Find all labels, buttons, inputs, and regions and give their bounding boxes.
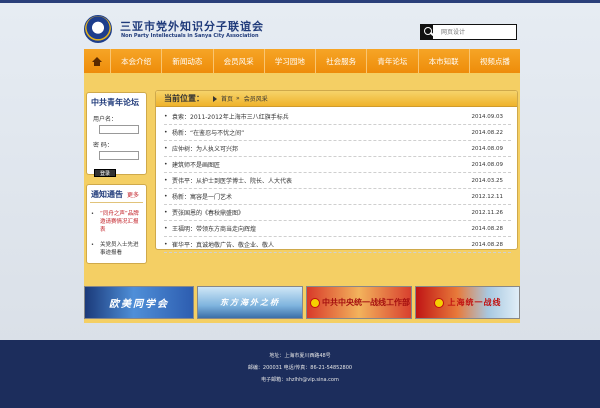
notice-item[interactable]: • 关党员入士先进事迹报看 — [91, 241, 143, 257]
nav-item-youth-forum[interactable]: 青年论坛 — [367, 49, 419, 73]
news-row[interactable]: • 王福明：带领东方商当走向辉煌 2014.08.28 — [164, 221, 511, 237]
news-date: 2014.09.03 — [471, 113, 504, 120]
breadcrumb-home[interactable]: 首页 — [221, 94, 233, 103]
notice-item-text: “同舟之声”品牌邀请赛情况汇报表 — [100, 211, 139, 233]
news-title[interactable]: 崔华平：真诚地敬广告、敬企业、敬人 — [172, 240, 471, 249]
banner-oriental-bridge[interactable]: 东方海外之桥 — [197, 286, 303, 319]
breadcrumb-bar: 当前位置： 首页 » 会员风采 — [156, 91, 517, 107]
news-row[interactable]: • 贾张国恩的《春秋鼎盛图》 2012.11.26 — [164, 205, 511, 221]
search-input[interactable] — [433, 25, 516, 39]
news-title[interactable]: 建筑师不是画图匠 — [172, 160, 471, 169]
association-logo[interactable] — [84, 15, 112, 43]
news-list: • 袁索：2011-2012年上海市三八红旗手标兵 2014.09.03 • 杨新：“… — [156, 107, 517, 253]
news-title[interactable]: 王福明：带领东方商当走向辉煌 — [172, 224, 471, 233]
login-button[interactable]: 登录 — [94, 169, 116, 177]
news-title[interactable]: 贾张国恩的《春秋鼎盛图》 — [172, 208, 471, 217]
notice-item[interactable]: • “同舟之声”品牌邀请赛情况汇报表 — [91, 210, 143, 234]
bullet-icon: • — [91, 211, 94, 217]
nav-item-study[interactable]: 学习园地 — [265, 49, 316, 73]
site-header: 三亚市党外知识分子联谊会 Non Party Intellectuals in … — [0, 3, 600, 47]
password-input[interactable] — [99, 151, 139, 160]
notice-more-link[interactable]: 更多 — [127, 190, 139, 199]
home-icon — [92, 56, 102, 66]
main-navigation: 本会介绍 新闻动态 会员风采 学习园地 社会服务 青年论坛 本市知联 视频点播 — [84, 49, 520, 73]
arrow-right-icon — [213, 95, 217, 102]
news-date: 2014.08.09 — [471, 161, 504, 168]
news-date: 2014.03.25 — [471, 177, 504, 184]
bullet-icon: • — [164, 193, 168, 200]
location-label: 当前位置： — [164, 94, 204, 103]
notice-title: 通知通告 — [91, 190, 123, 199]
nav-item-about[interactable]: 本会介绍 — [111, 49, 163, 73]
username-label: 用户名： — [93, 116, 118, 123]
news-row[interactable]: • 贾伟平：从护士到医学博士、院长、人大代表 2014.03.25 — [164, 173, 511, 189]
footer-address: 地址：上海市夏川西路48号 — [269, 353, 331, 359]
news-title[interactable]: 杨新：“在鉴忍与不忧之间” — [172, 128, 471, 137]
search-icon[interactable] — [421, 25, 433, 39]
breadcrumb-separator-icon: » — [236, 95, 240, 102]
news-title[interactable]: 应仲树：为人执义可兴邦 — [172, 144, 471, 153]
bullet-icon: • — [164, 113, 168, 120]
notice-item-text: 关党员入士先进事迹报看 — [100, 242, 139, 256]
footer-email[interactable]: 电子邮箱：shzlhh@vip.sina.com — [0, 376, 600, 383]
nav-item-service[interactable]: 社会服务 — [316, 49, 368, 73]
emblem-icon — [310, 297, 320, 308]
banner-overseas-alumni[interactable]: 欧美同学会 — [84, 286, 194, 319]
notice-header: 通知通告 更多 — [90, 185, 143, 203]
breadcrumb-current: 会员风采 — [243, 96, 268, 103]
news-date: 2014.08.09 — [471, 145, 504, 152]
news-row[interactable]: • 崔华平：真诚地敬广告、敬企业、敬人 2014.08.28 — [164, 237, 511, 253]
news-date: 2014.08.22 — [471, 129, 504, 136]
nav-item-news[interactable]: 新闻动态 — [162, 49, 214, 73]
news-title[interactable]: 贾伟平：从护士到医学博士、院长、人大代表 — [172, 176, 471, 185]
site-title: 三亚市党外知识分子联谊会 — [120, 20, 264, 33]
news-row[interactable]: • 杨新：“在鉴忍与不忧之间” 2014.08.22 — [164, 125, 511, 141]
news-row[interactable]: • 杨新：寓容是一门艺术 2012.12.11 — [164, 189, 511, 205]
news-date: 2012.11.26 — [471, 209, 504, 216]
news-list-panel: 当前位置： 首页 » 会员风采 • 袁索：2011-2012年上海市三八红旗手标兵… — [155, 90, 518, 253]
forum-login-panel: 中共青年论坛 用户名： 密 码： 登录 — [86, 92, 147, 177]
bullet-icon: • — [164, 241, 168, 248]
news-date: 2014.08.28 — [471, 225, 504, 232]
bullet-icon: • — [91, 242, 94, 248]
site-subtitle: Non Party Intellectuals in Sanya City As… — [121, 33, 259, 39]
nav-item-members[interactable]: 会员风采 — [214, 49, 265, 73]
forum-title: 中共青年论坛 — [91, 98, 139, 107]
news-date: 2014.08.28 — [471, 241, 504, 248]
bullet-icon: • — [164, 129, 168, 136]
news-date: 2012.12.11 — [471, 193, 504, 200]
footer-contact: 邮编：200031 电话/传真：86-21-54852800 — [247, 365, 353, 371]
nav-item-city[interactable]: 本市知联 — [419, 49, 470, 73]
banner-shanghai-united-front[interactable]: 上海统一战线 — [415, 286, 520, 319]
banner-text: 上海统一战线 — [447, 298, 502, 307]
banner-text: 中共中央统一战线工作部 — [322, 298, 410, 307]
bullet-icon: • — [164, 145, 168, 152]
news-title[interactable]: 杨新：寓容是一门艺术 — [172, 192, 471, 201]
party-emblem-icon — [433, 297, 444, 308]
nav-item-video[interactable]: 视频点播 — [470, 49, 520, 73]
notice-panel: 通知通告 更多 • “同舟之声”品牌邀请赛情况汇报表 • 关党员入士先进事迹报看 — [86, 184, 147, 264]
bullet-icon: • — [164, 161, 168, 168]
news-row[interactable]: • 建筑师不是画图匠 2014.08.09 — [164, 157, 511, 173]
news-row[interactable]: • 袁索：2011-2012年上海市三八红旗手标兵 2014.09.03 — [164, 109, 511, 125]
bullet-icon: • — [164, 225, 168, 232]
banner-text: 欧美同学会 — [109, 299, 169, 310]
banner-text: 东方海外之桥 — [220, 298, 280, 307]
bullet-icon: • — [164, 177, 168, 184]
news-row[interactable]: • 应仲树：为人执义可兴邦 2014.08.09 — [164, 141, 511, 157]
site-footer: 地址：上海市夏川西路48号 邮编：200031 电话/传真：86-21-5485… — [0, 340, 600, 408]
username-input[interactable] — [99, 125, 139, 134]
banner-united-front-department[interactable]: 中共中央统一战线工作部 — [306, 286, 412, 319]
bullet-icon: • — [164, 209, 168, 216]
nav-home[interactable] — [84, 49, 111, 73]
news-title[interactable]: 袁索：2011-2012年上海市三八红旗手标兵 — [172, 112, 471, 121]
password-label: 密 码： — [93, 142, 113, 149]
search-box — [420, 24, 517, 40]
